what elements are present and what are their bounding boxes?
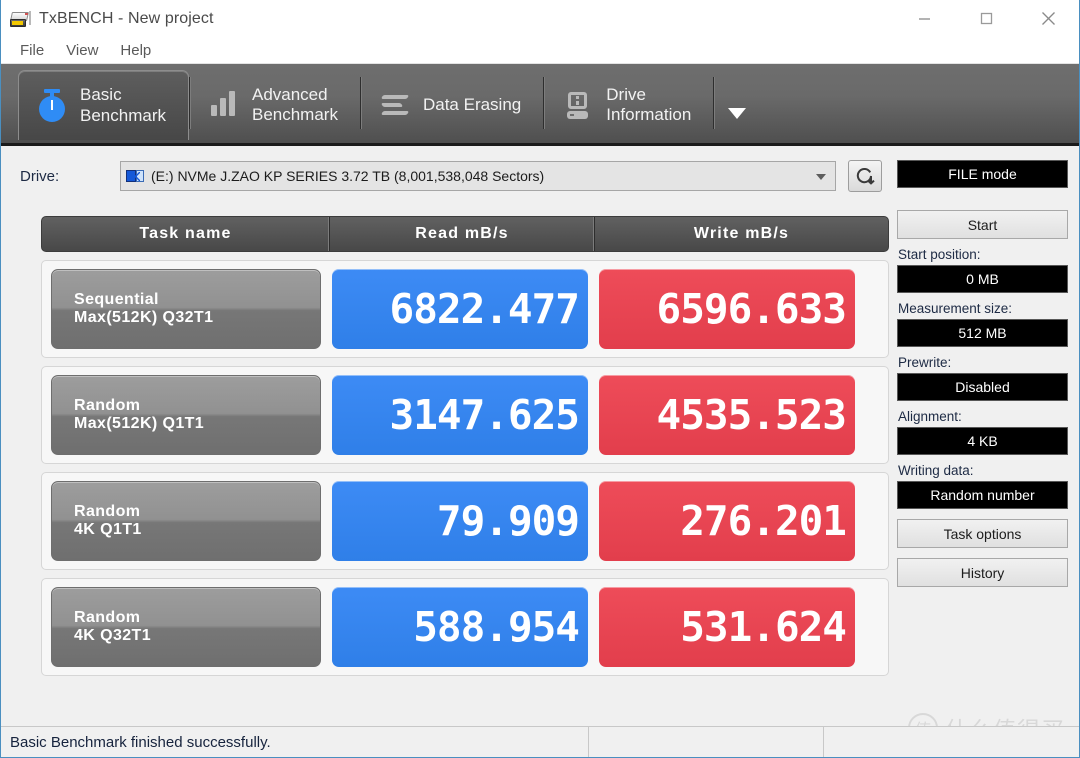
start-position-value[interactable]: 0 MB xyxy=(897,265,1068,293)
start-position-label: Start position: xyxy=(898,247,981,262)
task-name-line2: 4K Q32T1 xyxy=(74,627,152,644)
alignment-value[interactable]: 4 KB xyxy=(897,427,1068,455)
task-name-line1: Random xyxy=(74,397,141,414)
bar-chart-icon xyxy=(207,88,241,122)
tab-strip: Basic Benchmark Advanced Benchmark Data … xyxy=(1,64,1079,146)
tab-drive-information-label: Drive Information xyxy=(606,84,692,124)
benchmark-results: Task name Read mB/s Write mB/s Sequentia… xyxy=(41,216,889,676)
write-value: 276.201 xyxy=(599,481,855,561)
main-content: Drive: (E:) NVMe J.ZAO KP SERIES 3.72 TB… xyxy=(1,146,1079,757)
task-name-line1: Random xyxy=(74,609,141,626)
status-message: Basic Benchmark finished successfully. xyxy=(1,726,589,757)
maximize-icon[interactable] xyxy=(955,0,1017,37)
status-cell-3 xyxy=(824,727,1079,758)
write-value: 531.624 xyxy=(599,587,855,667)
prewrite-label: Prewrite: xyxy=(898,355,952,370)
task-options-button[interactable]: Task options xyxy=(897,519,1068,548)
tab-data-erasing-label: Data Erasing xyxy=(422,94,522,114)
task-name-line2: Max(512K) Q1T1 xyxy=(74,415,205,432)
network-drive-icon xyxy=(126,169,145,184)
column-header-task-name: Task name xyxy=(42,217,330,251)
tab-basic-benchmark[interactable]: Basic Benchmark xyxy=(18,70,189,140)
chevron-down-icon xyxy=(728,108,747,119)
history-button[interactable]: History xyxy=(897,558,1068,587)
read-value: 588.954 xyxy=(332,587,588,667)
drive-selected-text: (E:) NVMe J.ZAO KP SERIES 3.72 TB (8,001… xyxy=(151,168,545,184)
table-row: Sequential Max(512K) Q32T1 6822.477 6596… xyxy=(41,260,889,358)
table-row: Random 4K Q32T1 588.954 531.624 xyxy=(41,578,889,676)
drive-app-icon xyxy=(10,8,32,30)
close-icon[interactable] xyxy=(1017,0,1079,37)
erase-icon xyxy=(378,88,412,122)
write-value: 4535.523 xyxy=(599,375,855,455)
table-row: Random Max(512K) Q1T1 3147.625 4535.523 xyxy=(41,366,889,464)
menu-bar: File View Help xyxy=(1,37,1079,64)
task-name-line1: Sequential xyxy=(74,291,159,308)
chevron-down-icon xyxy=(816,174,826,180)
drive-label: Drive: xyxy=(20,167,60,185)
task-name-line2: Max(512K) Q32T1 xyxy=(74,309,214,326)
tab-basic-benchmark-label: Basic Benchmark xyxy=(80,85,166,125)
task-name-line1: Random xyxy=(74,503,141,520)
menu-item-file[interactable]: File xyxy=(9,39,55,62)
tab-advanced-benchmark[interactable]: Advanced Benchmark xyxy=(191,70,360,140)
stopwatch-icon xyxy=(35,88,69,123)
column-header-read: Read mB/s xyxy=(330,217,595,251)
task-name-button[interactable]: Sequential Max(512K) Q32T1 xyxy=(51,269,321,349)
options-panel: FILE mode Start Start position: 0 MB Mea… xyxy=(897,146,1079,587)
drive-info-icon xyxy=(561,88,595,122)
measurement-size-value[interactable]: 512 MB xyxy=(897,319,1068,347)
menu-item-view[interactable]: View xyxy=(55,39,109,62)
window-controls xyxy=(893,0,1079,37)
column-header-write: Write mB/s xyxy=(693,225,790,242)
prewrite-value[interactable]: Disabled xyxy=(897,373,1068,401)
task-name-button[interactable]: Random 4K Q1T1 xyxy=(51,481,321,561)
tab-overflow-button[interactable] xyxy=(715,64,747,143)
txbench-window: TxBENCH - New project File View Help Bas… xyxy=(0,0,1080,758)
results-header-row: Task name Read mB/s Write mB/s xyxy=(41,216,889,252)
status-bar: Basic Benchmark finished successfully. xyxy=(1,726,1079,758)
read-value: 6822.477 xyxy=(332,269,588,349)
writing-data-label: Writing data: xyxy=(898,463,974,478)
task-name-line2: 4K Q1T1 xyxy=(74,521,142,538)
window-title: TxBENCH - New project xyxy=(39,9,214,27)
menu-item-help[interactable]: Help xyxy=(109,39,162,62)
task-name-button[interactable]: Random Max(512K) Q1T1 xyxy=(51,375,321,455)
tab-data-erasing[interactable]: Data Erasing xyxy=(362,70,543,140)
measurement-size-label: Measurement size: xyxy=(898,301,1013,316)
tab-advanced-benchmark-label: Advanced Benchmark xyxy=(251,84,338,124)
alignment-label: Alignment: xyxy=(898,409,962,424)
file-mode-button[interactable]: FILE mode xyxy=(897,160,1068,188)
tab-drive-information[interactable]: Drive Information xyxy=(545,70,713,140)
table-row: Random 4K Q1T1 79.909 276.201 xyxy=(41,472,889,570)
minimize-icon[interactable] xyxy=(893,0,955,37)
read-value: 3147.625 xyxy=(332,375,588,455)
title-bar: TxBENCH - New project xyxy=(1,0,1079,37)
status-cell-2 xyxy=(589,726,824,757)
writing-data-value[interactable]: Random number xyxy=(897,481,1068,509)
write-value: 6596.633 xyxy=(599,269,855,349)
refresh-icon xyxy=(856,168,875,185)
task-name-button[interactable]: Random 4K Q32T1 xyxy=(51,587,321,667)
read-value: 79.909 xyxy=(332,481,588,561)
drive-combobox[interactable]: (E:) NVMe J.ZAO KP SERIES 3.72 TB (8,001… xyxy=(120,161,836,191)
start-button[interactable]: Start xyxy=(897,210,1068,239)
refresh-button[interactable] xyxy=(848,160,882,192)
